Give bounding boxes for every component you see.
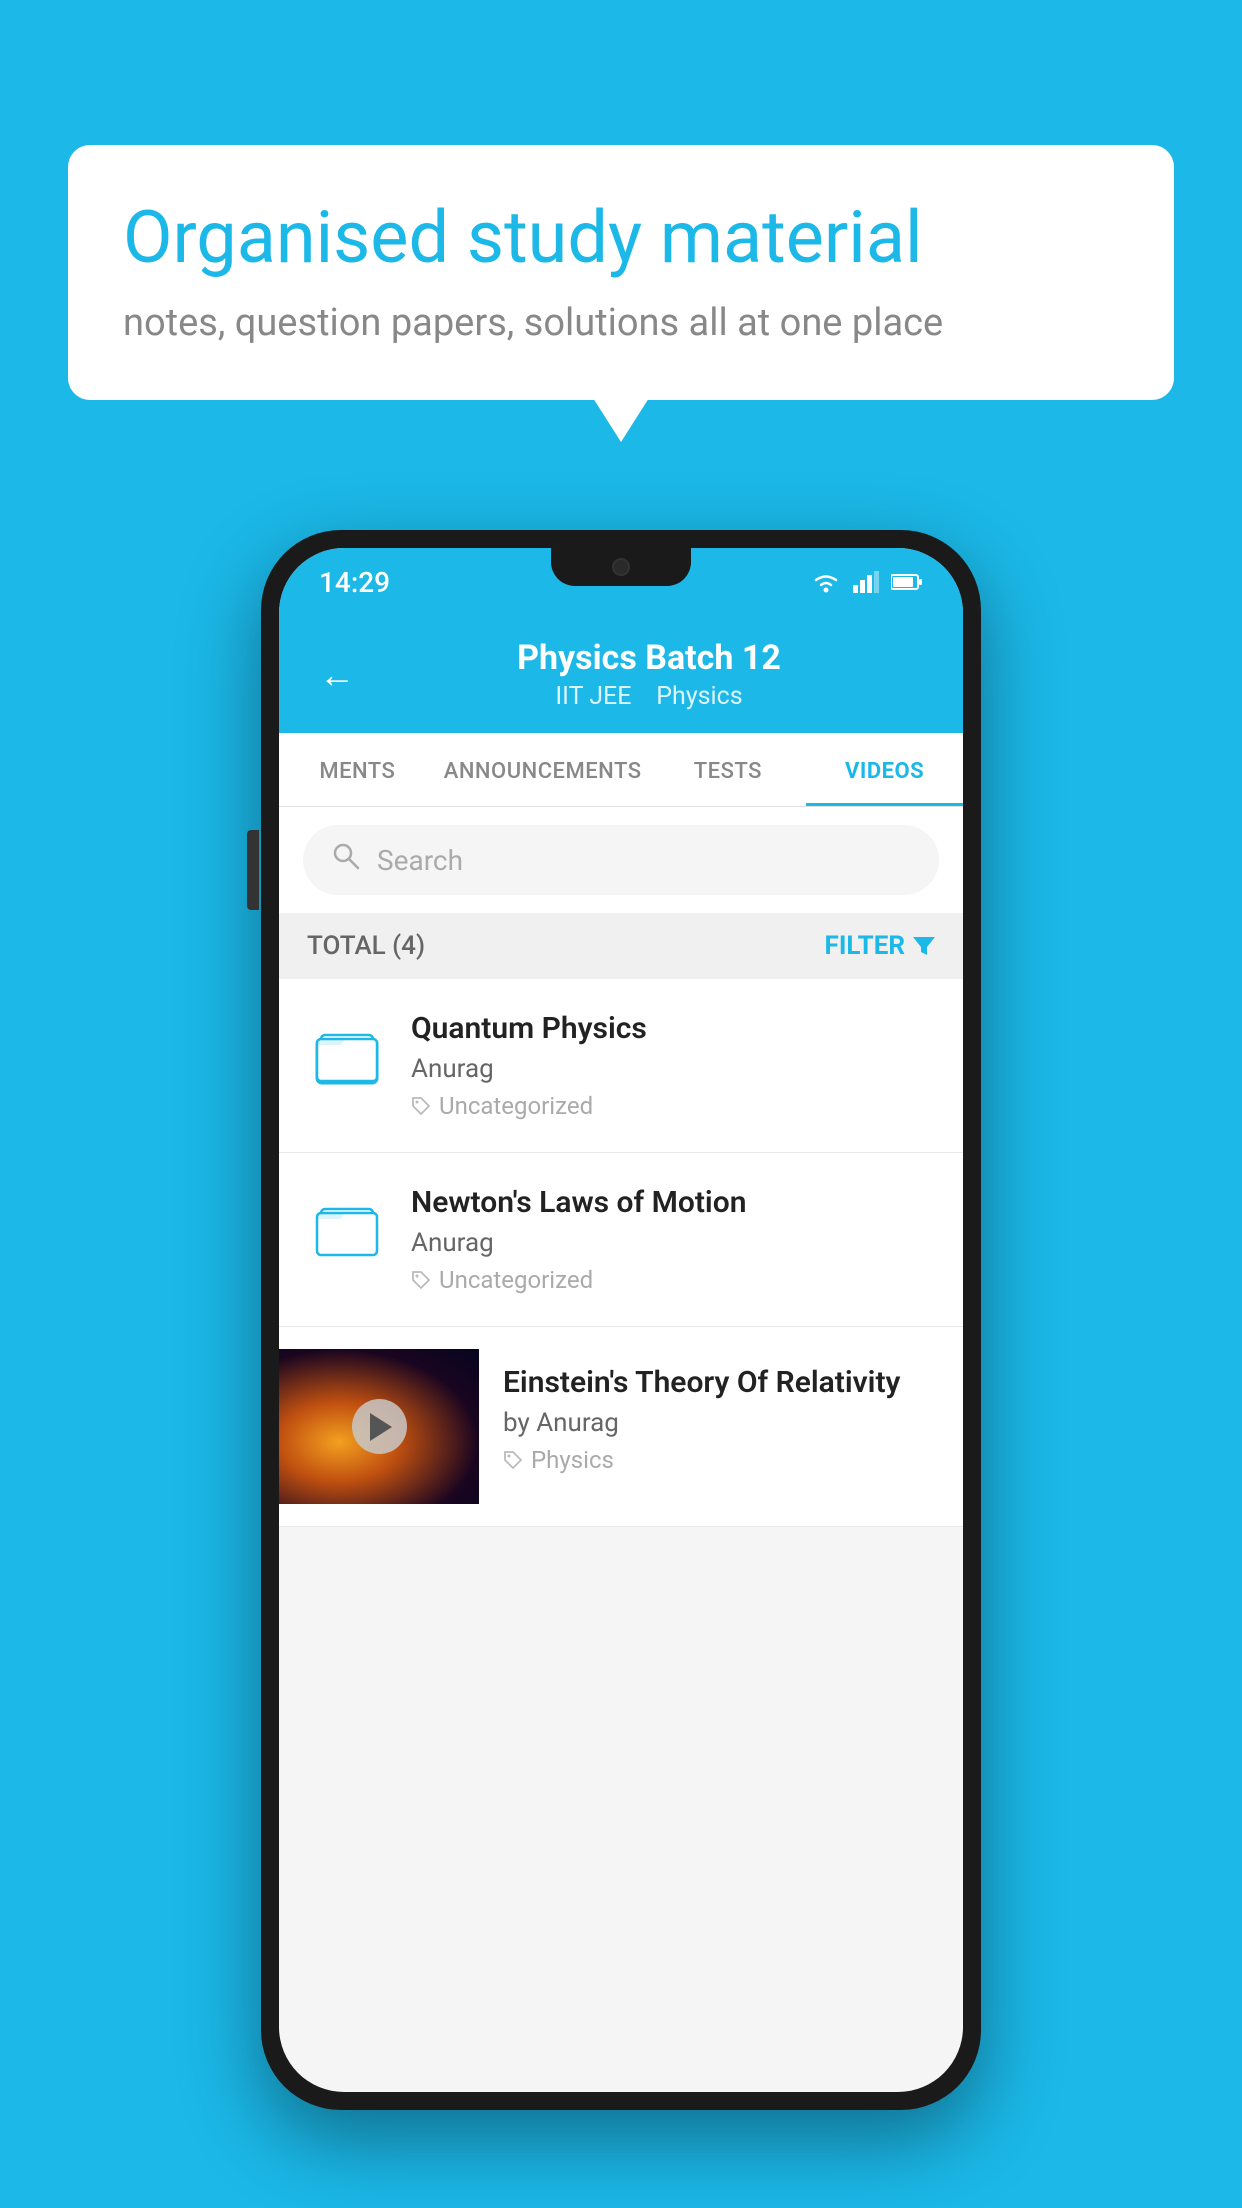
item-info: Einstein's Theory Of Relativity by Anura…: [479, 1349, 935, 1474]
status-icons: [811, 571, 923, 593]
item-title: Einstein's Theory Of Relativity: [503, 1365, 907, 1400]
filter-button[interactable]: FILTER: [825, 931, 935, 961]
phone-outer: 14:29: [261, 530, 981, 2110]
batch-subtitle: IIT JEE Physics: [375, 682, 923, 711]
speech-bubble: Organised study material notes, question…: [68, 145, 1174, 400]
notch: [551, 548, 691, 586]
header-title-area: Physics Batch 12 IIT JEE Physics: [375, 638, 923, 711]
video-thumbnail: [279, 1349, 479, 1504]
status-time: 14:29: [319, 566, 390, 599]
tab-tests[interactable]: TESTS: [650, 733, 807, 806]
battery-icon: [891, 573, 923, 591]
bubble-title: Organised study material: [123, 195, 1119, 281]
batch-tag2: Physics: [656, 682, 742, 711]
bubble-subtitle: notes, question papers, solutions all at…: [123, 301, 1119, 345]
play-triangle: [370, 1413, 392, 1441]
item-info: Newton's Laws of Motion Anurag Uncategor…: [411, 1185, 935, 1294]
search-bar[interactable]: Search: [303, 825, 939, 895]
search-container: Search: [279, 807, 963, 913]
content-list: Quantum Physics Anurag Uncategorized: [279, 979, 963, 1527]
list-item[interactable]: Newton's Laws of Motion Anurag Uncategor…: [279, 1153, 963, 1327]
app-header: ← Physics Batch 12 IIT JEE Physics: [279, 616, 963, 733]
item-tag: Physics: [503, 1446, 907, 1474]
phone-screen: 14:29: [279, 548, 963, 2092]
tag-icon: [411, 1096, 431, 1116]
item-title: Newton's Laws of Motion: [411, 1185, 935, 1220]
thumbnail-bg: [279, 1349, 479, 1504]
total-label: TOTAL (4): [307, 931, 425, 961]
batch-title: Physics Batch 12: [375, 638, 923, 678]
item-author: Anurag: [411, 1228, 935, 1258]
item-author: by Anurag: [503, 1408, 907, 1438]
tab-videos[interactable]: VIDEOS: [806, 733, 963, 806]
search-icon: [331, 841, 361, 879]
phone-container: 14:29: [261, 530, 981, 2110]
folder-icon: [307, 1015, 387, 1095]
back-button[interactable]: ←: [319, 654, 355, 696]
tabs-bar: MENTS ANNOUNCEMENTS TESTS VIDEOS: [279, 733, 963, 807]
item-author: Anurag: [411, 1054, 935, 1084]
filter-icon: [913, 935, 935, 957]
item-tag: Uncategorized: [411, 1092, 935, 1120]
tab-ments[interactable]: MENTS: [279, 733, 436, 806]
wifi-icon: [811, 571, 841, 593]
status-bar: 14:29: [279, 548, 963, 616]
play-button[interactable]: [352, 1399, 407, 1454]
search-placeholder-text: Search: [377, 844, 463, 877]
notch-camera: [612, 558, 630, 576]
item-info: Quantum Physics Anurag Uncategorized: [411, 1011, 935, 1120]
tab-announcements[interactable]: ANNOUNCEMENTS: [436, 733, 650, 806]
folder-icon: [307, 1189, 387, 1269]
item-tag: Uncategorized: [411, 1266, 935, 1294]
batch-tag1: IIT JEE: [555, 682, 631, 711]
list-item[interactable]: Quantum Physics Anurag Uncategorized: [279, 979, 963, 1153]
signal-icon: [853, 571, 879, 593]
tag-icon: [411, 1270, 431, 1290]
filter-bar: TOTAL (4) FILTER: [279, 913, 963, 979]
item-title: Quantum Physics: [411, 1011, 935, 1046]
tag-icon: [503, 1450, 523, 1470]
list-item[interactable]: Einstein's Theory Of Relativity by Anura…: [279, 1327, 963, 1527]
